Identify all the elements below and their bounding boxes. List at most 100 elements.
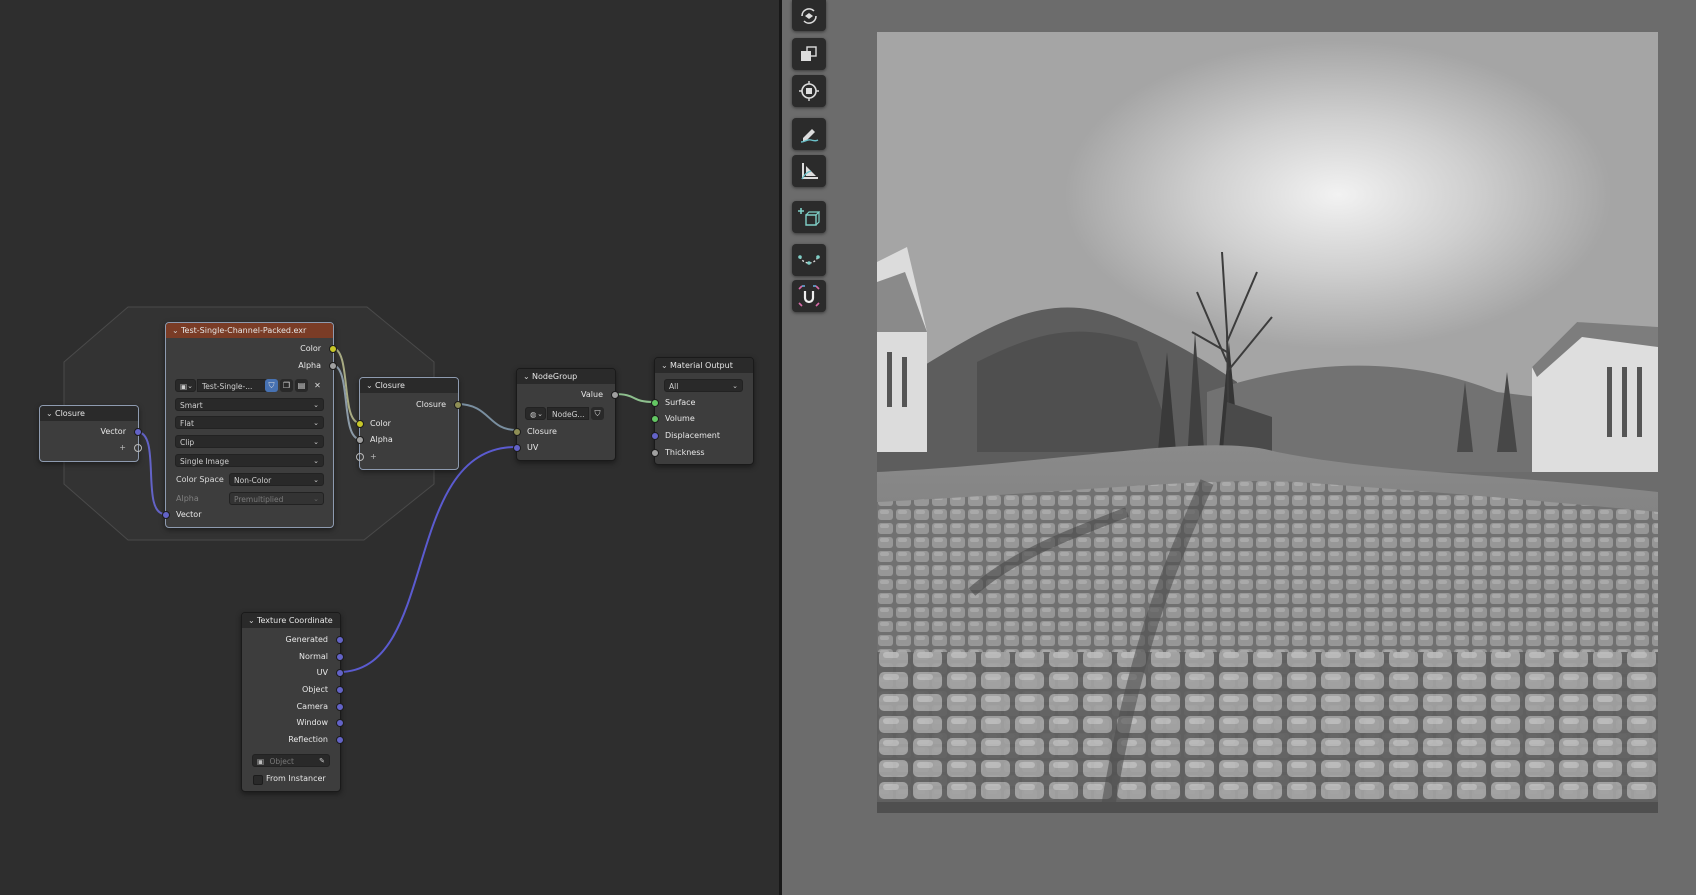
chevron-down-icon[interactable]: ⌄ xyxy=(523,369,532,384)
chevron-down-icon[interactable]: ⌄ xyxy=(366,378,375,393)
node-editor[interactable]: ⌄ Closure Vector + ⌄ Test-Single-Channel-P… xyxy=(0,0,779,895)
color-space-dropdown[interactable]: Non-Color ⌄ xyxy=(229,473,324,486)
socket-vector-in[interactable] xyxy=(162,511,170,519)
rotate-view-icon[interactable] xyxy=(792,0,826,31)
dropdown-value: All xyxy=(669,382,679,391)
chevron-down-icon: ⌄ xyxy=(313,495,319,503)
add-socket-button[interactable]: + xyxy=(119,442,126,454)
input-label-uv: UV xyxy=(527,443,539,452)
node-header[interactable]: ⌄ Closure xyxy=(40,406,138,421)
projection-dropdown[interactable]: Flat ⌄ xyxy=(175,416,324,429)
node-title: Closure xyxy=(55,409,85,418)
add-cube-icon[interactable] xyxy=(792,201,826,233)
closure-node-mid[interactable]: ⌄ Closure Closure Color Alpha + xyxy=(356,377,462,470)
node-header[interactable]: ⌄ Texture Coordinate xyxy=(242,613,340,628)
output-label-closure: Closure xyxy=(416,400,446,409)
socket-reflection-out[interactable] xyxy=(336,736,344,744)
render-target-dropdown[interactable]: All ⌄ xyxy=(664,379,743,392)
object-placeholder: Object xyxy=(269,757,294,766)
eyedropper-icon[interactable]: ✎ xyxy=(319,755,325,768)
source-dropdown[interactable]: Single Image ⌄ xyxy=(175,454,324,467)
link-value xyxy=(613,393,655,403)
input-label-thickness: Thickness xyxy=(665,448,705,457)
socket-value-out[interactable] xyxy=(611,391,619,399)
socket-empty-in[interactable] xyxy=(356,453,364,461)
socket-color-out[interactable] xyxy=(329,345,337,353)
chevron-down-icon: ⌄ xyxy=(313,457,319,465)
socket-empty-out[interactable] xyxy=(134,444,142,452)
socket-alpha-in[interactable] xyxy=(356,436,364,444)
annotate-icon[interactable] xyxy=(792,118,826,150)
socket-color-in[interactable] xyxy=(356,420,364,428)
socket-thickness-in[interactable] xyxy=(651,449,659,457)
socket-surface-in[interactable] xyxy=(651,399,659,407)
chevron-down-icon: ⌄ xyxy=(313,476,319,484)
interpolation-dropdown[interactable]: Smart ⌄ xyxy=(175,398,324,411)
socket-camera-out[interactable] xyxy=(336,703,344,711)
from-instancer-checkbox[interactable] xyxy=(253,775,263,785)
pack-icon[interactable]: ▤ xyxy=(295,379,308,392)
add-socket-button[interactable]: + xyxy=(370,451,377,463)
dropdown-value: Clip xyxy=(180,438,195,447)
chevron-down-icon[interactable]: ⌄ xyxy=(46,406,55,421)
node-title: Test-Single-Channel-Packed.exr xyxy=(181,326,307,335)
node-header[interactable]: ⌄ NodeGroup xyxy=(517,369,615,384)
uv-icon[interactable] xyxy=(792,280,826,312)
socket-vector-out[interactable] xyxy=(134,428,142,436)
scale-icon[interactable] xyxy=(792,38,826,70)
extension-dropdown[interactable]: Clip ⌄ xyxy=(175,435,324,448)
socket-generated-out[interactable] xyxy=(336,636,344,644)
object-field[interactable]: ▣ Object ✎ xyxy=(252,754,330,767)
socket-closure-out[interactable] xyxy=(454,401,462,409)
socket-alpha-out[interactable] xyxy=(329,362,337,370)
socket-window-out[interactable] xyxy=(336,719,344,727)
node-header[interactable]: ⌄ Material Output xyxy=(655,358,753,373)
socket-object-out[interactable] xyxy=(336,686,344,694)
texture-coordinate-node[interactable]: ⌄ Texture Coordinate Generated Normal UV … xyxy=(241,612,344,792)
image-name-field[interactable]: Test-Single-... xyxy=(197,379,267,392)
fake-user-shield-icon[interactable]: ⛉ xyxy=(265,379,278,392)
dropdown-value: Single Image xyxy=(180,457,229,466)
close-icon[interactable]: ✕ xyxy=(311,379,324,392)
nodegroup-node[interactable]: ⌄ NodeGroup Value ◍ ⌄ NodeG... ⛉ Closure U… xyxy=(513,368,619,461)
object-icon: ▣ xyxy=(257,757,265,766)
image-texture-node[interactable]: ⌄ Test-Single-Channel-Packed.exr Color Al… xyxy=(162,322,337,528)
closure-node-left[interactable]: ⌄ Closure Vector + xyxy=(39,405,142,462)
curve-icon[interactable] xyxy=(792,244,826,276)
fake-user-shield-icon[interactable]: ⛉ xyxy=(591,407,604,420)
nodegroup-browse-button[interactable]: ◍ ⌄ xyxy=(525,407,546,420)
input-label-vector: Vector xyxy=(176,510,202,519)
socket-displacement-in[interactable] xyxy=(651,432,659,440)
nodegroup-name-field[interactable]: NodeG... xyxy=(547,407,589,420)
chevron-down-icon[interactable]: ⌄ xyxy=(661,358,670,373)
socket-uv-out[interactable] xyxy=(336,669,344,677)
input-label-alpha: Alpha xyxy=(370,435,393,444)
socket-closure-in[interactable] xyxy=(513,428,521,436)
image-name-text: Test-Single-... xyxy=(202,382,253,391)
socket-volume-in[interactable] xyxy=(651,415,659,423)
output-label-alpha: Alpha xyxy=(298,361,321,370)
measure-icon[interactable] xyxy=(792,155,826,187)
output-label-value: Value xyxy=(581,390,603,399)
chevron-down-icon: ⌄ xyxy=(732,382,738,390)
material-output-node[interactable]: ⌄ Material Output All ⌄ Surface Volume Dis… xyxy=(651,357,754,465)
output-label-object: Object xyxy=(301,685,328,694)
node-tree-icon: ◍ xyxy=(530,410,537,419)
transform-icon[interactable] xyxy=(792,75,826,107)
node-title: Texture Coordinate xyxy=(257,616,333,625)
duplicate-icon[interactable]: ❐ xyxy=(280,379,293,392)
chevron-down-icon: ⌄ xyxy=(313,401,319,409)
image-browse-button[interactable]: ▣ ⌄ xyxy=(175,379,196,392)
socket-normal-out[interactable] xyxy=(336,653,344,661)
chevron-down-icon[interactable]: ⌄ xyxy=(172,323,181,338)
image-viewport[interactable] xyxy=(782,0,1696,895)
socket-uv-in[interactable] xyxy=(513,444,521,452)
input-label-displacement: Displacement xyxy=(665,431,720,440)
node-header[interactable]: ⌄ Closure xyxy=(360,378,458,393)
node-header[interactable]: ⌄ Test-Single-Channel-Packed.exr xyxy=(166,323,333,338)
output-label-vector: Vector xyxy=(100,427,127,436)
chevron-down-icon[interactable]: ⌄ xyxy=(248,613,257,628)
alpha-mode-dropdown: Premultiplied ⌄ xyxy=(229,492,324,505)
image-icon: ▣ xyxy=(180,382,188,391)
input-label-closure: Closure xyxy=(527,427,557,436)
